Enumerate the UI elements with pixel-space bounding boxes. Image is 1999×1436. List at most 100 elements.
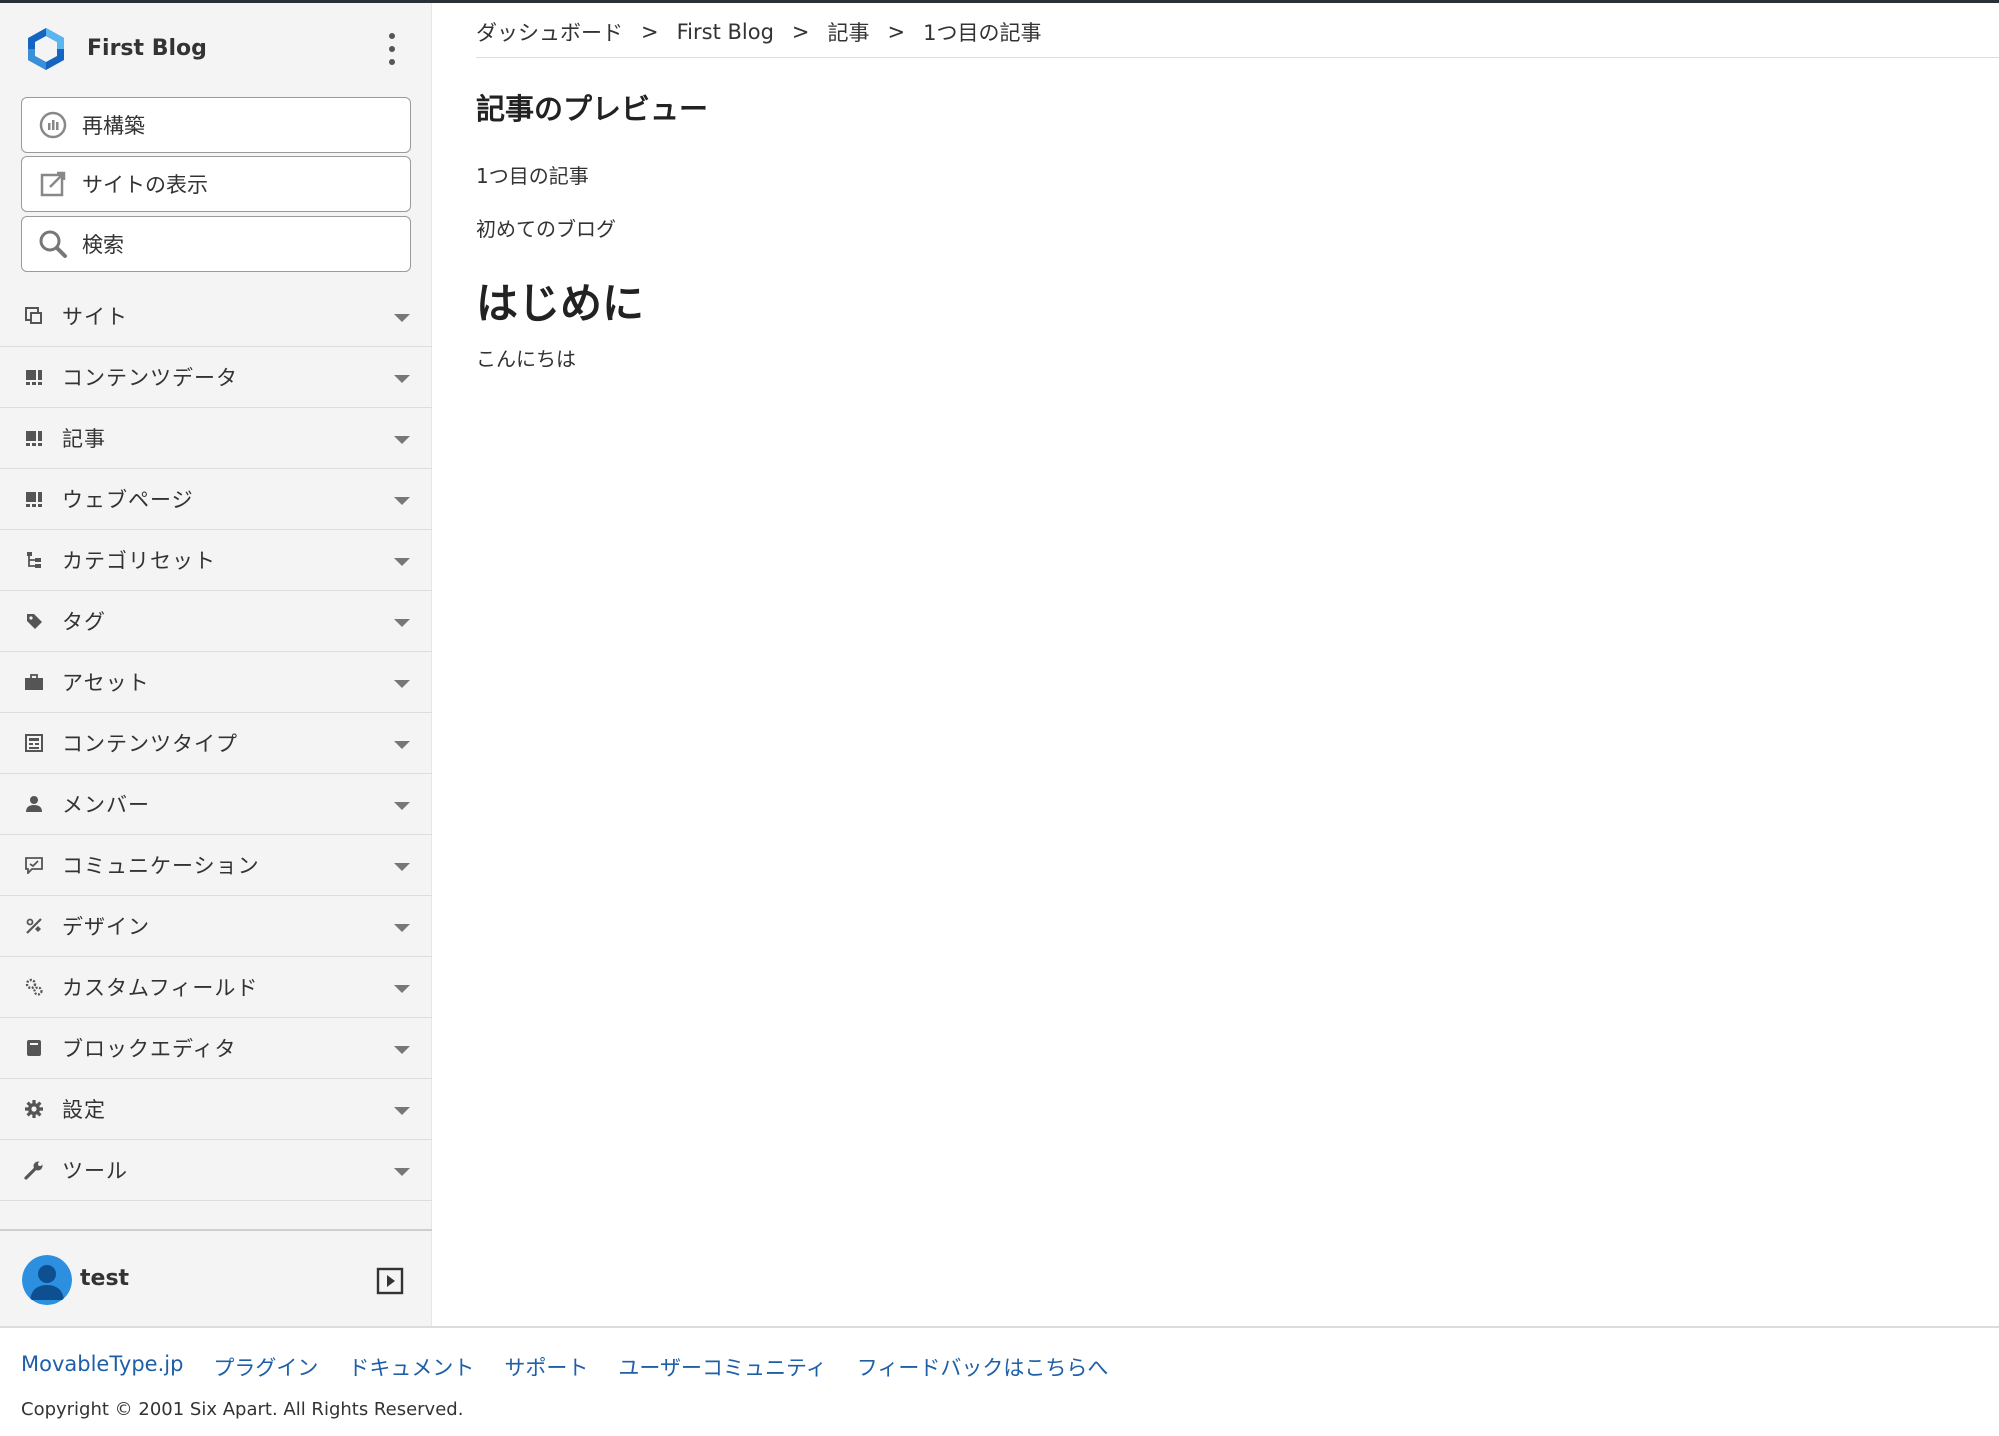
chevron-down-icon xyxy=(394,558,410,566)
breadcrumb-divider xyxy=(476,57,1999,58)
sidebar-item-tags[interactable]: タグ xyxy=(0,591,432,652)
content-type-icon xyxy=(24,733,44,753)
site-name[interactable]: First Blog xyxy=(87,36,207,61)
footer-divider xyxy=(0,1326,1999,1328)
breadcrumb-entries[interactable]: 記事 xyxy=(828,17,870,47)
sidebar-item-label: コンテンツタイプ xyxy=(62,732,238,756)
collapse-sidebar-icon[interactable] xyxy=(376,1267,404,1295)
rebuild-label: 再構築 xyxy=(82,114,145,138)
communication-icon xyxy=(24,855,44,875)
sidebar-item-custom-fields[interactable]: カスタムフィールド xyxy=(0,957,432,1018)
chevron-down-icon xyxy=(394,1107,410,1115)
block-editor-icon xyxy=(24,1038,44,1058)
blog-name: 初めてのブログ xyxy=(476,217,616,241)
sidebar-item-label: ツール xyxy=(62,1159,128,1183)
breadcrumb-current: 1つ目の記事 xyxy=(923,21,1042,45)
custom-field-icon xyxy=(24,977,44,997)
entry-body: こんにちは xyxy=(476,347,576,371)
footer-links: MovableType.jp プラグイン ドキュメント サポート ユーザーコミュ… xyxy=(21,1352,1138,1382)
view-site-icon xyxy=(38,169,68,199)
sidebar-item-label: ウェブページ xyxy=(62,488,194,512)
chevron-down-icon xyxy=(394,863,410,871)
entry-title: 1つ目の記事 xyxy=(476,164,589,188)
design-icon xyxy=(24,916,44,936)
chevron-down-icon xyxy=(394,802,410,810)
breadcrumb-blog[interactable]: First Blog xyxy=(677,20,774,44)
chevron-down-icon xyxy=(394,375,410,383)
category-set-icon xyxy=(24,550,44,570)
chevron-down-icon xyxy=(394,924,410,932)
chevron-down-icon xyxy=(394,619,410,627)
footer-link-community[interactable]: ユーザーコミュニティ xyxy=(618,1352,826,1382)
asset-icon xyxy=(24,672,44,692)
user-name[interactable]: test xyxy=(80,1266,129,1291)
sidebar-item-label: メンバー xyxy=(62,793,150,817)
content-data-icon xyxy=(24,367,44,387)
avatar[interactable] xyxy=(22,1255,72,1305)
breadcrumb-dashboard[interactable]: ダッシュボード xyxy=(476,17,623,47)
chevron-down-icon xyxy=(394,436,410,444)
user-area: test xyxy=(0,1229,432,1329)
chevron-down-icon xyxy=(394,985,410,993)
sidebar-item-label: 記事 xyxy=(62,427,106,451)
site-icon xyxy=(24,306,44,326)
rebuild-button[interactable]: 再構築 xyxy=(21,97,411,153)
sidebar-header: First Blog xyxy=(0,3,432,93)
movable-type-logo-icon[interactable] xyxy=(22,25,70,73)
chevron-down-icon xyxy=(394,680,410,688)
tag-icon xyxy=(24,611,44,631)
sidebar-item-content-types[interactable]: コンテンツタイプ xyxy=(0,713,432,774)
sidebar-item-label: カテゴリセット xyxy=(62,549,216,573)
sidebar-item-block-editor[interactable]: ブロックエディタ xyxy=(0,1018,432,1079)
chevron-down-icon xyxy=(394,1046,410,1054)
entry-heading: はじめに xyxy=(476,279,645,328)
sidebar-item-label: タグ xyxy=(62,610,106,634)
sidebar-item-label: デザイン xyxy=(62,915,150,939)
member-icon xyxy=(24,794,44,814)
sidebar: First Blog 再構築 サイトの表示 検索 サイト コンテンツデータ 記事… xyxy=(0,3,432,1327)
footer-link-movabletype[interactable]: MovableType.jp xyxy=(21,1352,183,1382)
copyright: Copyright © 2001 Six Apart. All Rights R… xyxy=(21,1399,464,1420)
page-title: 記事のプレビュー xyxy=(476,92,709,126)
footer-link-plugins[interactable]: プラグイン xyxy=(213,1352,318,1382)
footer-link-feedback[interactable]: フィードバックはこちらへ xyxy=(857,1352,1109,1382)
sidebar-item-label: カスタムフィールド xyxy=(62,976,259,1000)
sidebar-item-design[interactable]: デザイン xyxy=(0,896,432,957)
tools-wrench-icon xyxy=(24,1160,44,1180)
view-site-label: サイトの表示 xyxy=(82,173,208,197)
breadcrumb-separator: > xyxy=(887,20,906,44)
view-site-button[interactable]: サイトの表示 xyxy=(21,156,411,212)
chevron-down-icon xyxy=(394,497,410,505)
chevron-down-icon xyxy=(394,1168,410,1176)
footer-link-documents[interactable]: ドキュメント xyxy=(348,1352,474,1382)
webpage-icon xyxy=(24,489,44,509)
sidebar-item-label: コミュニケーション xyxy=(62,854,260,878)
search-button[interactable]: 検索 xyxy=(21,216,411,272)
search-icon xyxy=(38,229,68,259)
sidebar-item-settings[interactable]: 設定 xyxy=(0,1079,432,1140)
sidebar-item-label: ブロックエディタ xyxy=(62,1037,237,1061)
rebuild-icon xyxy=(38,110,68,140)
chevron-down-icon xyxy=(394,314,410,322)
sidebar-item-tools[interactable]: ツール xyxy=(0,1140,432,1201)
footer-link-support[interactable]: サポート xyxy=(504,1352,588,1382)
sidebar-item-content-data[interactable]: コンテンツデータ xyxy=(0,347,432,408)
entry-icon xyxy=(24,428,44,448)
sidebar-item-label: コンテンツデータ xyxy=(62,366,238,390)
breadcrumb: ダッシュボード > First Blog > 記事 > 1つ目の記事 xyxy=(476,17,1042,47)
sidebar-nav: サイト コンテンツデータ 記事 ウェブページ カテゴリセット タグ アセット コ… xyxy=(0,286,432,1201)
sidebar-item-communication[interactable]: コミュニケーション xyxy=(0,835,432,896)
sidebar-item-members[interactable]: メンバー xyxy=(0,774,432,835)
sidebar-item-assets[interactable]: アセット xyxy=(0,652,432,713)
sidebar-item-webpages[interactable]: ウェブページ xyxy=(0,469,432,530)
sidebar-item-label: アセット xyxy=(62,671,150,695)
more-menu-icon[interactable] xyxy=(382,33,402,65)
sidebar-item-category-sets[interactable]: カテゴリセット xyxy=(0,530,432,591)
sidebar-item-site[interactable]: サイト xyxy=(0,286,432,347)
sidebar-item-entries[interactable]: 記事 xyxy=(0,408,432,469)
sidebar-item-label: サイト xyxy=(62,305,128,329)
search-label: 検索 xyxy=(82,233,124,257)
breadcrumb-separator: > xyxy=(641,20,659,44)
settings-gear-icon xyxy=(24,1099,44,1119)
chevron-down-icon xyxy=(394,741,410,749)
